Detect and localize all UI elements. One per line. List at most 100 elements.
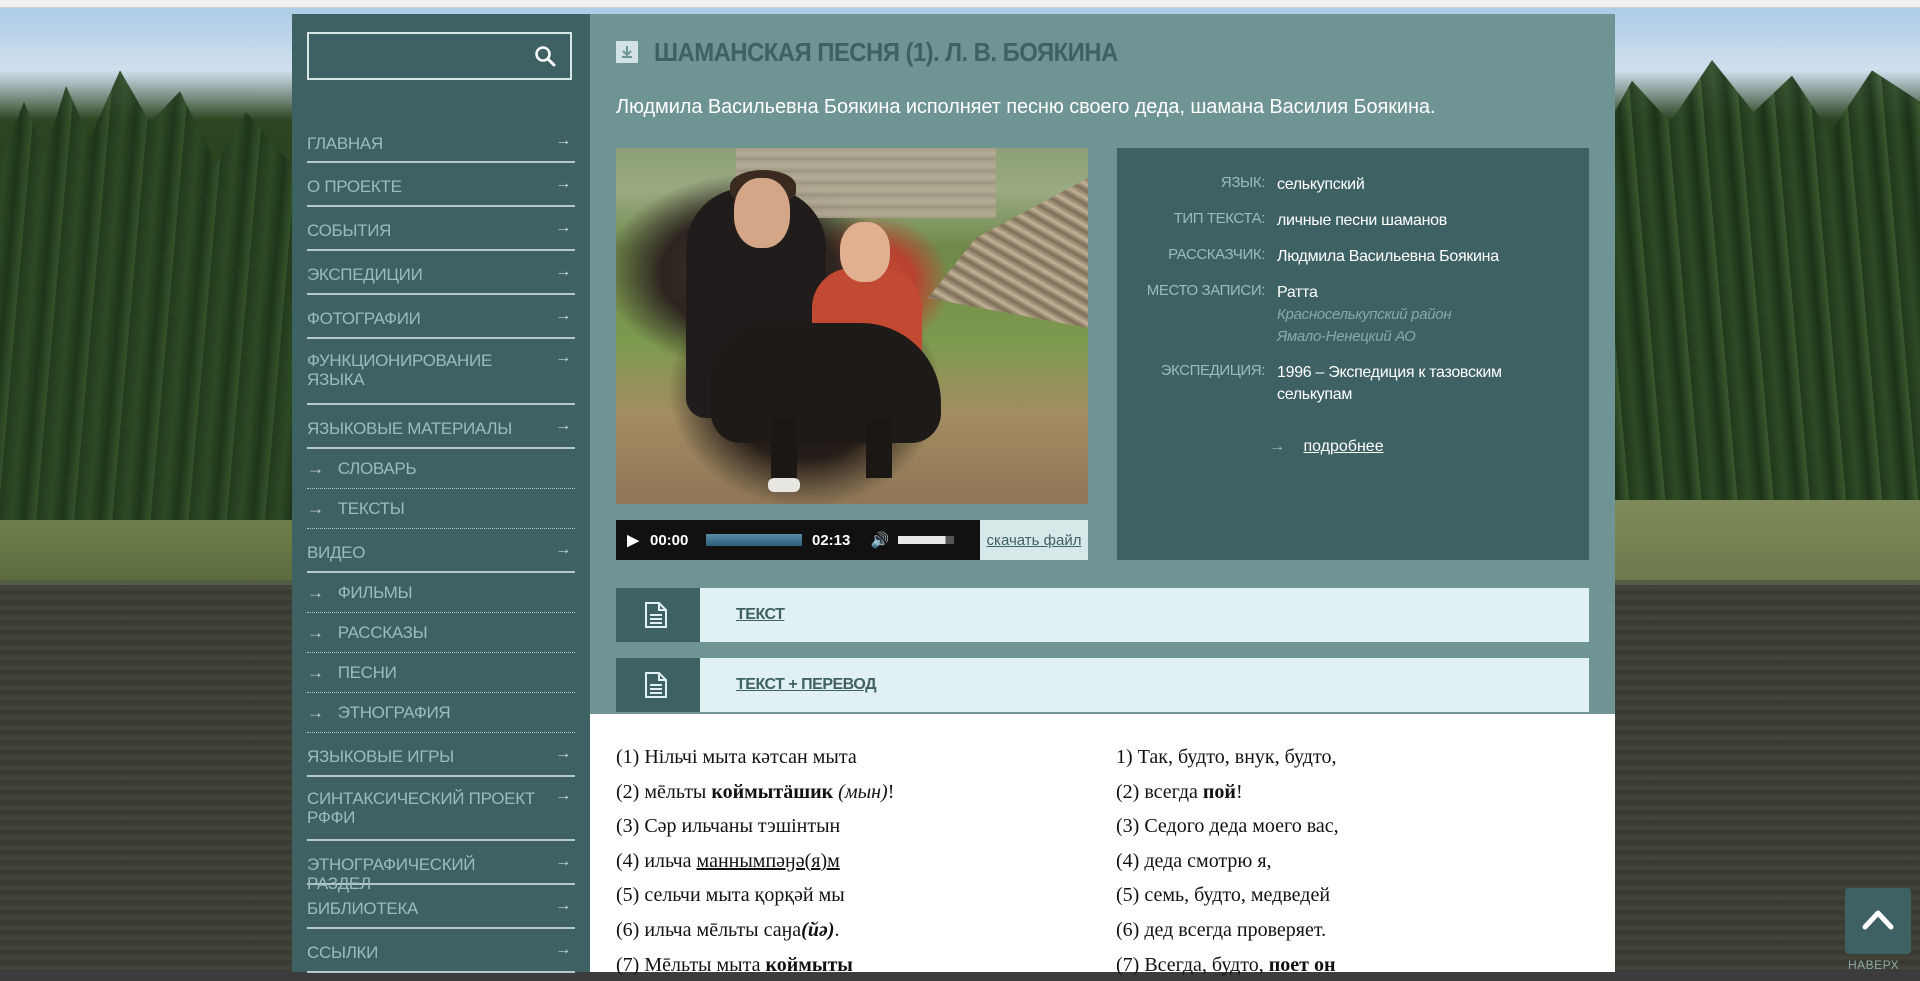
main-content: ШАМАНСКАЯ ПЕСНЯ (1). Л. В. БОЯКИНА Людми… <box>590 14 1615 976</box>
sidebar-menu: ГЛАВНАЯ → О ПРОЕКТЕ → СОБЫТИЯ → ЭКСПЕДИЦИИ → ФОТ… <box>307 120 575 973</box>
river-bank-left <box>0 520 300 580</box>
sidebar-item-label: СОБЫТИЯ <box>307 221 392 240</box>
photo-head-child <box>840 222 890 282</box>
info-key-expedition: ЭКСПЕДИЦИЯ: <box>1160 362 1266 379</box>
document-icon <box>645 672 667 698</box>
photo-dog-leg <box>866 418 892 478</box>
sidebar-item-label: ЭТНОГРАФИЯ <box>337 703 451 722</box>
arrow-right-icon: → <box>555 541 571 558</box>
arrow-right-icon: → <box>555 941 571 958</box>
volume-icon[interactable]: 🔊 <box>866 531 894 549</box>
more-link[interactable]: подробнее <box>1303 438 1383 455</box>
sidebar-item-17[interactable]: БИБЛИОТЕКА → <box>307 885 575 929</box>
sidebar-item-label: ФУНКЦИОНИРОВАНИЕ ЯЗЫКА <box>307 351 492 389</box>
volume-slider[interactable] <box>898 536 954 544</box>
browser-top-edge <box>0 0 1920 8</box>
download-icon <box>616 41 638 63</box>
info-row-narrator: РАССКАЗЧИК: Людмила Васильевна Боякина <box>1117 246 1589 268</box>
info-val-narrator: Людмила Васильевна Боякина <box>1277 248 1499 265</box>
tab-text-label[interactable]: ТЕКСТ <box>736 606 785 624</box>
sidebar-item-label: БИБЛИОТЕКА <box>307 899 419 918</box>
sidebar-item-label: ССЫЛКИ <box>307 943 379 962</box>
sidebar-item-6[interactable]: ЯЗЫКОВЫЕ МАТЕРИАЛЫ → <box>307 405 575 449</box>
sidebar-item-15[interactable]: СИНТАКСИЧЕСКИЙ ПРОЕКТ РФФИ → <box>307 777 575 841</box>
info-val-expedition: 1996 – Экспедиция к тазовским селькупам <box>1277 364 1502 403</box>
info-row-text-type: ТИП ТЕКСТА: личные песни шаманов <box>1117 210 1589 232</box>
download-area: скачать файл <box>980 520 1088 560</box>
translation-line: 1) Так, будто, внук, будто, <box>1116 746 1337 768</box>
text-line: (6) ильча мēльты саӈа(йә). <box>616 918 840 941</box>
arrow-right-icon: → <box>555 307 571 324</box>
audio-progress-bar[interactable] <box>706 534 802 546</box>
original-text-column: (1) Нільчі мыта кәтсан мыта (2) мēльты к… <box>616 746 894 981</box>
info-row-place: МЕСТО ЗАПИСИ: Ратта Красноселькупский ра… <box>1117 282 1589 348</box>
audio-player: ▶ 00:00 02:13 🔊 скачать файл <box>616 520 1088 560</box>
arrow-right-icon: → <box>555 787 571 804</box>
arrow-right-icon: → <box>307 703 324 722</box>
sidebar-item-label: ПЕСНИ <box>337 663 397 682</box>
translation-line: (3) Седого деда моего вас, <box>1116 815 1339 838</box>
title-row: ШАМАНСКАЯ ПЕСНЯ (1). Л. В. БОЯКИНА <box>616 32 1158 72</box>
sidebar-item-13[interactable]: → ЭТНОГРАФИЯ <box>307 693 575 733</box>
arrow-right-icon: → <box>307 623 324 642</box>
sidebar-item-14[interactable]: ЯЗЫКОВЫЕ ИГРЫ → <box>307 733 575 777</box>
search-input[interactable] <box>309 34 529 78</box>
sidebar-item-11[interactable]: → РАССКАЗЫ <box>307 613 575 653</box>
photo-head-adult <box>734 178 790 248</box>
sidebar-item-0[interactable]: ГЛАВНАЯ → <box>307 120 575 163</box>
place-region: Красноселькупский район <box>1277 306 1452 323</box>
page-title: ШАМАНСКАЯ ПЕСНЯ (1). Л. В. БОЯКИНА <box>654 36 1118 67</box>
sidebar-item-5[interactable]: ФУНКЦИОНИРОВАНИЕ ЯЗЫКА → <box>307 339 575 405</box>
sidebar-item-label: ГЛАВНАЯ <box>307 134 383 153</box>
play-icon[interactable]: ▶ <box>616 531 650 549</box>
info-row-expedition: ЭКСПЕДИЦИЯ: 1996 – Экспедиция к тазовски… <box>1117 362 1589 406</box>
translation-line: (2) всегда пой! <box>1116 780 1243 803</box>
info-panel: ЯЗЫК: селькупский ТИП ТЕКСТА: личные пес… <box>1117 148 1589 560</box>
sidebar-item-2[interactable]: СОБЫТИЯ → <box>307 207 575 251</box>
sidebar-item-label: ЭКСПЕДИЦИИ <box>307 265 423 284</box>
info-val-text-type: личные песни шаманов <box>1277 212 1447 229</box>
sidebar-item-7[interactable]: → СЛОВАРЬ <box>307 449 575 489</box>
arrow-right-icon: → <box>555 897 571 914</box>
back-to-top-label: НАВЕРХ <box>1848 958 1900 972</box>
more-link-row: → подробнее <box>1269 438 1384 456</box>
page-lead: Людмила Васильевна Боякина исполняет пес… <box>616 96 1436 118</box>
tab-text-translation[interactable]: ТЕКСТ + ПЕРЕВОД <box>616 658 1589 712</box>
sidebar-item-16[interactable]: ЭТНОГРАФИЧЕСКИЙ РАЗДЕЛ → <box>307 841 575 893</box>
sidebar-item-1[interactable]: О ПРОЕКТЕ → <box>307 163 575 207</box>
chevron-up-icon <box>1862 910 1894 930</box>
sidebar-item-18[interactable]: ССЫЛКИ → <box>307 929 575 973</box>
sidebar-item-3[interactable]: ЭКСПЕДИЦИИ → <box>307 251 575 295</box>
tab-text[interactable]: ТЕКСТ <box>616 588 1589 642</box>
sidebar-item-label: ЯЗЫКОВЫЕ МАТЕРИАЛЫ <box>307 419 512 438</box>
text-line: (5) сельчи мыта қорқәй мы <box>616 884 845 907</box>
search-box <box>307 32 572 80</box>
arrow-right-icon: → <box>555 132 571 149</box>
info-key-place: МЕСТО ЗАПИСИ: <box>1146 282 1266 299</box>
arrow-right-icon: → <box>1269 438 1285 455</box>
sidebar-item-label: РАССКАЗЫ <box>337 623 428 642</box>
arrow-right-icon: → <box>307 663 324 682</box>
arrow-right-icon: → <box>555 263 571 280</box>
sidebar-item-12[interactable]: → ПЕСНИ <box>307 653 575 693</box>
sidebar-item-4[interactable]: ФОТОГРАФИИ → <box>307 295 575 339</box>
expedition-photo <box>616 148 1088 504</box>
sidebar-item-10[interactable]: → ФИЛЬМЫ <box>307 573 575 613</box>
sidebar-item-9[interactable]: ВИДЕО → <box>307 529 575 573</box>
back-to-top-button[interactable] <box>1845 888 1911 954</box>
sidebar-item-label: О ПРОЕКТЕ <box>307 177 402 196</box>
download-file-link[interactable]: скачать файл <box>987 532 1082 549</box>
arrow-right-icon: → <box>555 853 571 870</box>
sidebar-item-label: СИНТАКСИЧЕСКИЙ ПРОЕКТ РФФИ <box>307 789 535 827</box>
search-icon[interactable] <box>534 45 556 67</box>
arrow-right-icon: → <box>555 417 571 434</box>
text-line: (2) мēльты коймытäшик (мын)! <box>616 780 895 803</box>
sidebar-item-label: СЛОВАРЬ <box>337 459 417 478</box>
sidebar-item-8[interactable]: → ТЕКСТЫ <box>307 489 575 529</box>
tab-text-translation-label[interactable]: ТЕКСТ + ПЕРЕВОД <box>736 676 876 694</box>
current-time: 00:00 <box>650 531 689 549</box>
sidebar-item-label: ТЕКСТЫ <box>337 499 405 518</box>
info-val-place: Ратта Красноселькупский район Ямало-Нене… <box>1277 282 1577 348</box>
text-line: (4) ильча маннымпәӈә(я)м <box>616 849 840 872</box>
info-row-language: ЯЗЫК: селькупский <box>1117 174 1589 196</box>
